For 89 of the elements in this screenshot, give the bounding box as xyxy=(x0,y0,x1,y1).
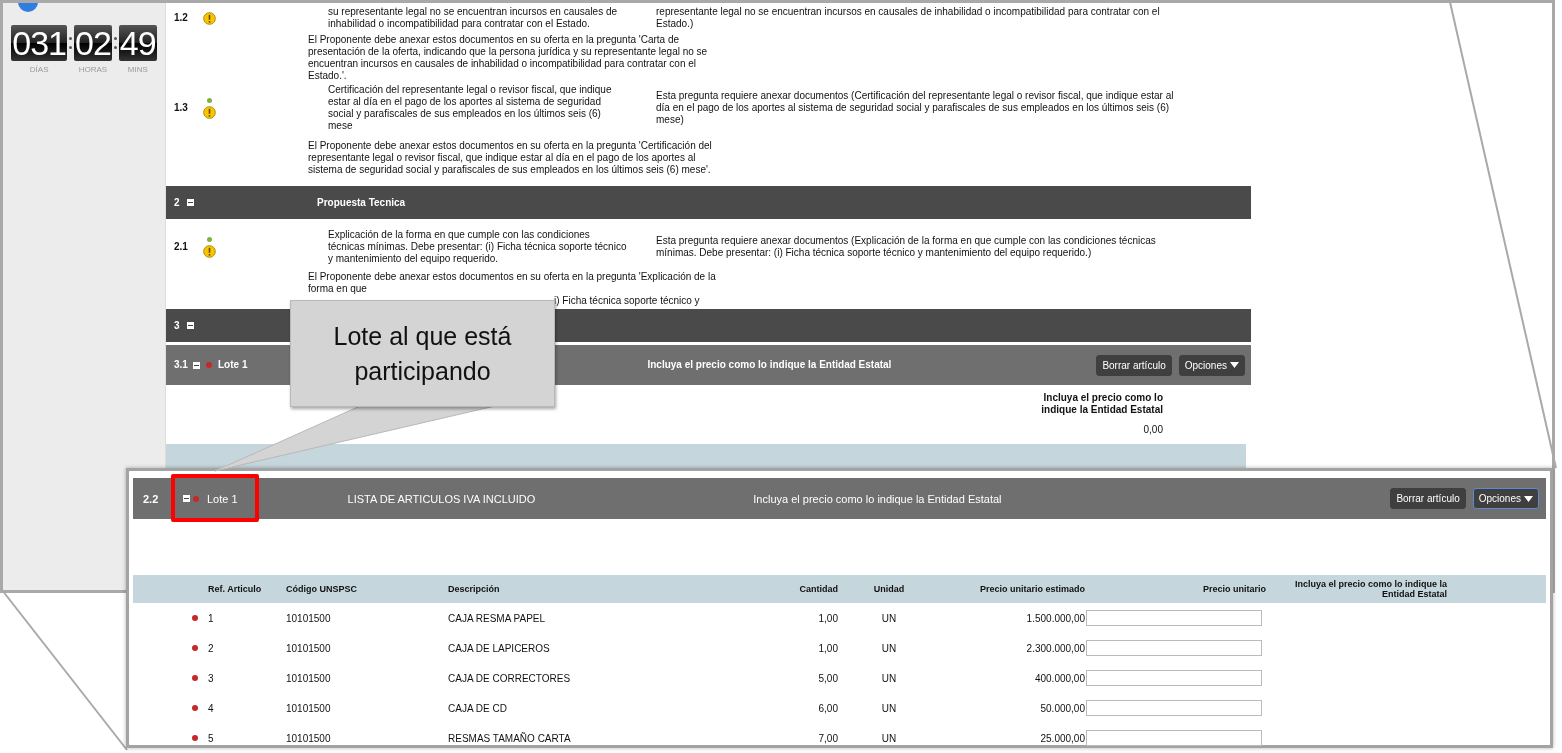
question-number: 2.1 xyxy=(174,241,189,253)
price-input[interactable] xyxy=(1086,640,1262,656)
section-number: 2 xyxy=(174,196,181,209)
table-cell-text: CAJA DE LAPICEROS xyxy=(448,642,551,654)
column-header: Precio unitario estimado xyxy=(978,584,1085,594)
column-header: Código UNSPSC xyxy=(286,584,358,594)
table-cell-text: 1,00 xyxy=(817,642,838,654)
table-cell-text: 400.000,00 xyxy=(1033,672,1085,684)
countdown-digits: 031 xyxy=(11,25,68,61)
column-header: Incluya el precio como lo indique la Entidad Estatal xyxy=(1293,579,1447,599)
table-cell-text: 5,00 xyxy=(817,672,838,684)
table-cell-text: CAJA RESMA PAPEL xyxy=(448,612,547,624)
table-cell-text: 25.000,00 xyxy=(1039,732,1085,744)
section-title: Propuesta Tecnica xyxy=(317,196,406,209)
lot-hint: Incluya el precio como lo indique la Entidad Estatal xyxy=(647,359,892,371)
question-number: 1.2 xyxy=(174,12,189,24)
note-text: El Proponente debe anexar estos documentos en su oferta en la pregunta 'Carta de presentación de la oferta, indicando que la persona jurídica y su representante legal no se encuentran incursos en causales de inhabilidad o incompatibilidad para contratar con el Estado.'. xyxy=(308,34,709,82)
table-cell-text: RESMAS TAMAÑO CARTA xyxy=(448,732,572,744)
question-text: su representante legal no se encuentran incursos en causales de inhabilidad o incompatibilidad para contratar con el Estado. xyxy=(328,6,619,30)
table-cell-text: UN xyxy=(880,732,898,744)
table-cell-text: CAJA DE CD xyxy=(448,702,508,714)
separator-icon xyxy=(69,37,73,49)
countdown-label: MINS xyxy=(127,65,148,74)
table-cell-text: 3 xyxy=(208,672,215,684)
note-text: El Proponente debe anexar estos documentos en su oferta en la pregunta 'Certificación del representante legal o revisor fiscal, que indique estar al día en el pago de los aportes al sistema de seguridad social y parafiscales de sus empleados en los últimos seis (6) mese'. xyxy=(308,140,713,176)
price-input[interactable] xyxy=(1086,730,1262,746)
table-cell-text: 1 xyxy=(208,612,215,624)
table-cell-text: 50.000,00 xyxy=(1039,702,1085,714)
table-cell-text: UN xyxy=(880,672,898,684)
table-cell-text: CAJA DE CORRECTORES xyxy=(448,672,572,684)
countdown-label: DÍAS xyxy=(29,65,49,74)
question-number: 1.3 xyxy=(174,102,189,114)
section-number: 3 xyxy=(174,319,181,332)
caret-icon xyxy=(1230,362,1239,368)
lot-name: Lote 1 xyxy=(218,359,248,371)
collapse-icon[interactable] xyxy=(187,199,194,206)
collapse-icon[interactable] xyxy=(193,361,200,369)
lot-name: Lote 1 xyxy=(207,492,238,505)
countdown-digits: 49 xyxy=(118,25,157,61)
delete-button[interactable]: Borrar artículo xyxy=(1390,488,1466,509)
table-cell-text: 1.500.000,00 xyxy=(1025,612,1085,624)
collapse-icon[interactable] xyxy=(187,322,194,329)
table-cell-text: 4 xyxy=(208,702,215,714)
column-header: Unidad xyxy=(872,584,906,594)
price-input[interactable] xyxy=(1086,670,1262,686)
warning-icon xyxy=(202,11,216,25)
lot-number: 2.2 xyxy=(143,492,160,505)
table-cell-text: 6,00 xyxy=(817,702,838,714)
answer-text: Esta pregunta requiere anexar documentos (Certificación del representante legal o revisor fiscal, que indique estar al día en el pago de los aportes al sistema de seguridad social y parafiscales de sus empleados en los últimos seis (6) mese) xyxy=(656,90,1175,126)
answer-text: representante legal no se encuentran incursos en causales de inhabilidad o incompatibilidad para contratar con el Estado.) xyxy=(656,6,1161,30)
table-cell-text: 10101500 xyxy=(286,612,332,624)
note-text: i) Ficha técnica soporte técnico y xyxy=(554,295,700,306)
table-cell-text: 10101500 xyxy=(286,732,332,744)
table-cell-text: 7,00 xyxy=(817,732,838,744)
table-cell-text: 10101500 xyxy=(286,702,332,714)
question-text: Explicación de la forma en que cumple con las condiciones técnicas mínimas. Debe presentar: (i) Ficha técnica soporte técnico y mantenimiento del equipo requerido. xyxy=(328,229,628,265)
warning-icon xyxy=(202,105,216,119)
column-header: Descripción xyxy=(448,584,501,594)
options-button[interactable]: Opciones xyxy=(1472,488,1539,509)
delete-button[interactable]: Borrar artículo xyxy=(1096,354,1172,376)
column-header: Cantidad xyxy=(798,584,838,594)
table-cell-text: 5 xyxy=(208,732,215,744)
price-label: Incluya el precio como lo indique la Entidad Estatal xyxy=(1040,392,1163,416)
price-input[interactable] xyxy=(1086,610,1262,626)
price-value: 0,00 xyxy=(1143,424,1163,436)
countdown-label: HORAS xyxy=(78,65,108,74)
warning-icon xyxy=(202,244,216,258)
list-title: LISTA DE ARTICULOS IVA INCLUIDO xyxy=(347,492,536,505)
question-text: Certificación del representante legal o revisor fiscal, que indique estar al día en el pago de los aportes al sistema de seguridad social y parafiscales de sus empleados en los últimos seis (6) mese xyxy=(328,84,613,132)
separator-icon xyxy=(113,37,117,49)
table-cell-text: 2 xyxy=(208,642,215,654)
table-cell-text: 2.300.000,00 xyxy=(1025,642,1085,654)
column-header: Ref. Articulo xyxy=(208,584,263,594)
answer-text: Esta pregunta requiere anexar documentos (Explicación de la forma en que cumple con las condiciones técnicas mínimas. Debe presentar: (i) Ficha técnica soporte técnico y mantenimiento del equipo requerido.) xyxy=(656,235,1157,259)
table-cell-text: 10101500 xyxy=(286,672,332,684)
caret-icon xyxy=(1524,495,1533,502)
options-button[interactable]: Opciones xyxy=(1178,354,1245,376)
table-cell-text: UN xyxy=(880,702,898,714)
countdown-digits: 02 xyxy=(74,25,112,61)
table-cell-text: 1,00 xyxy=(817,612,838,624)
price-input[interactable] xyxy=(1086,700,1262,716)
table-cell-text: UN xyxy=(880,642,898,654)
table-cell-text: UN xyxy=(880,612,898,624)
collapse-icon[interactable] xyxy=(183,495,190,502)
lot-hint: Incluya el precio como lo indique la Entidad Estatal xyxy=(753,492,1002,505)
callout: Lote al que está participando xyxy=(290,300,555,407)
table-cell-text: 10101500 xyxy=(286,642,332,654)
column-header: Precio unitario xyxy=(1202,584,1266,594)
lot-number: 3.1 xyxy=(174,359,189,371)
